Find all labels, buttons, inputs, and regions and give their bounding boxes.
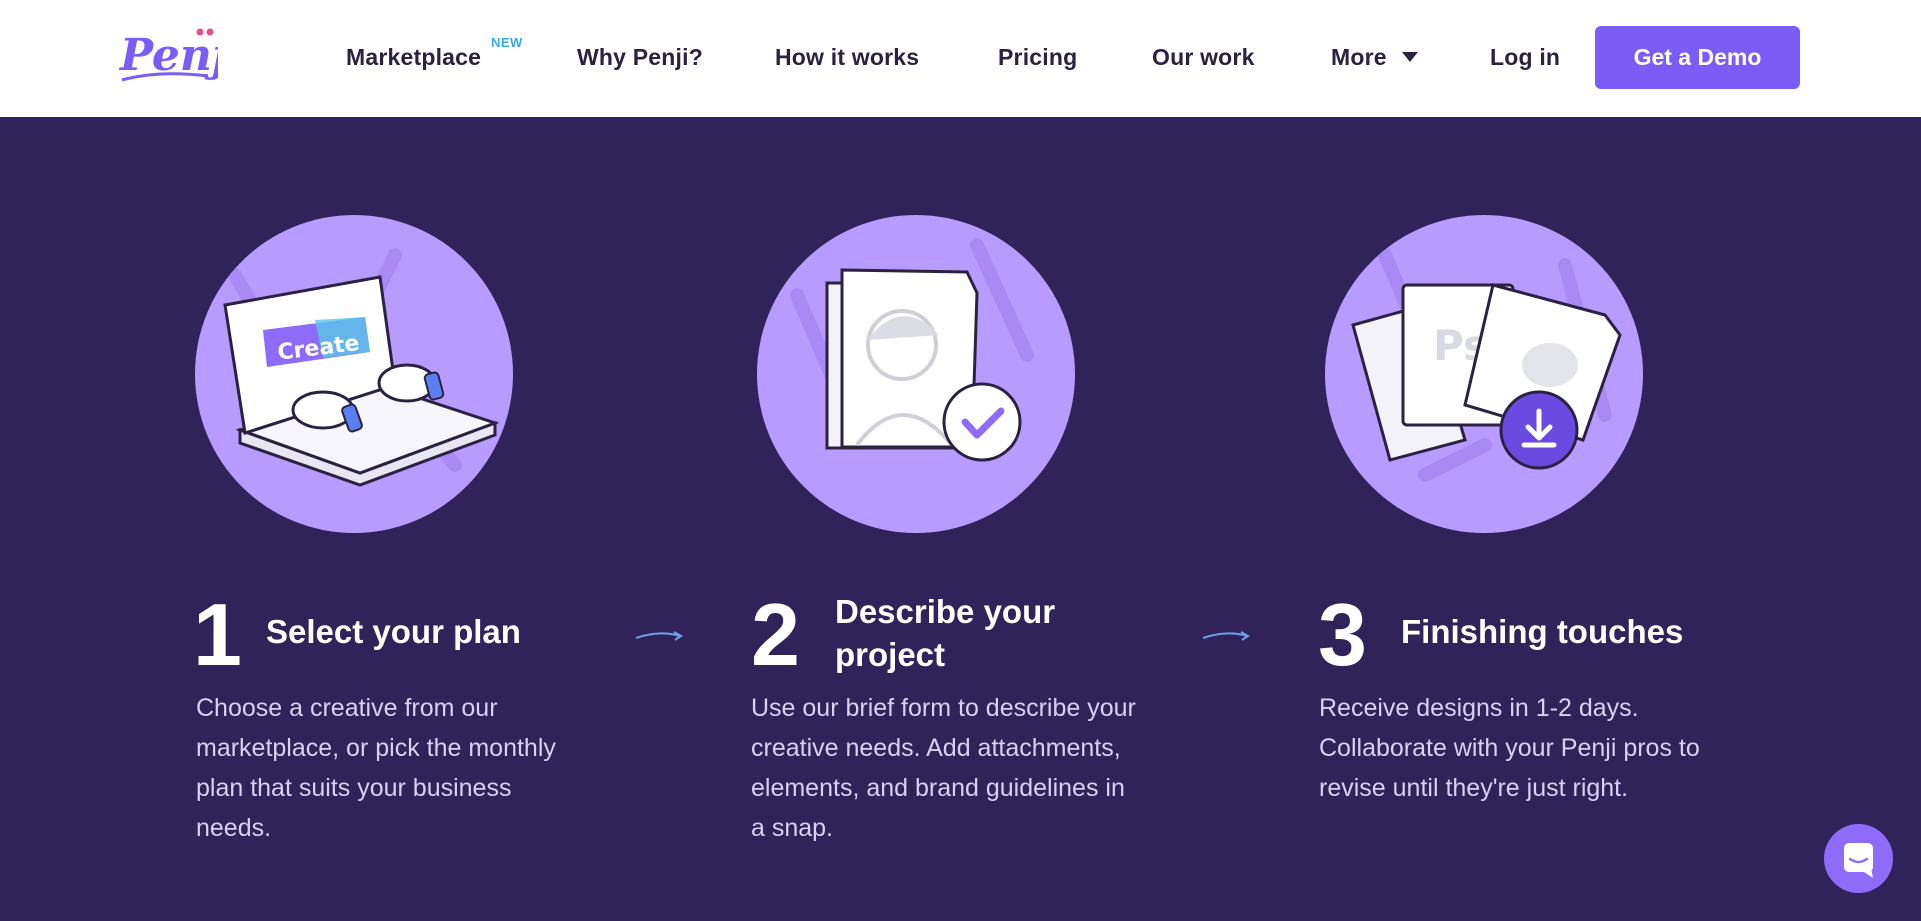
designs-download-illustration: Ps [1325, 215, 1643, 533]
arrow-right-icon [1202, 631, 1250, 641]
chat-icon [1844, 843, 1873, 878]
caret-down-icon[interactable] [1402, 52, 1418, 62]
step-1-title: Select your plan [266, 613, 521, 650]
nav-why-penji[interactable]: Why Penji? [577, 44, 703, 71]
brief-document-check-illustration [757, 215, 1075, 533]
step-1-number: 1 [193, 585, 242, 684]
step-2-number: 2 [751, 585, 800, 684]
penji-logo[interactable]: Penji [118, 24, 245, 88]
step-1-description: Choose a creative from our marketplace, … [196, 694, 556, 842]
chat-button[interactable] [1824, 824, 1893, 893]
laptop-create-illustration: Create [195, 215, 513, 533]
get-demo-button[interactable]: Get a Demo [1595, 26, 1800, 89]
nav-our-work[interactable]: Our work [1152, 44, 1255, 71]
nav-pricing[interactable]: Pricing [998, 44, 1077, 71]
nav-login[interactable]: Log in [1490, 44, 1560, 71]
step-3-description: Receive designs in 1-2 days. Collaborate… [1319, 694, 1700, 802]
step-3-title: Finishing touches [1401, 613, 1684, 650]
step-2-description: Use our brief form to describe your crea… [751, 694, 1136, 842]
nav-more[interactable]: More [1331, 44, 1387, 71]
arrow-right-icon [635, 631, 683, 641]
site-header: Penji Marketplace NEW Why Penji? How it … [0, 0, 1921, 117]
nav-how-it-works[interactable]: How it works [775, 44, 919, 71]
nav-marketplace[interactable]: Marketplace [346, 44, 481, 71]
step-2-title: Describe your project [835, 593, 1056, 673]
new-badge: NEW [491, 35, 523, 50]
step-3-number: 3 [1318, 585, 1367, 684]
